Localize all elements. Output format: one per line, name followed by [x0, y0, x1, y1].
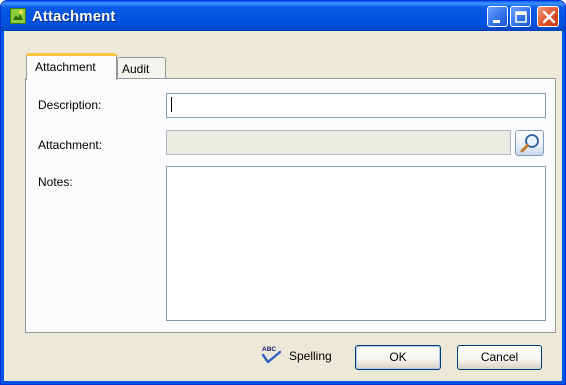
browse-button[interactable] [515, 130, 544, 156]
close-button[interactable] [537, 6, 559, 27]
title-bar[interactable]: Attachment [1, 1, 565, 31]
spell-check-icon[interactable]: ABC [259, 344, 283, 366]
attachment-label: Attachment: [38, 138, 103, 152]
tab-audit-label: Audit [122, 62, 150, 76]
cancel-button-label: Cancel [480, 350, 519, 364]
close-icon [542, 10, 556, 24]
tab-attachment-label: Attachment [35, 60, 96, 74]
cancel-button[interactable]: Cancel [457, 345, 542, 370]
minimize-button[interactable] [487, 6, 508, 27]
window-title: Attachment [32, 8, 116, 25]
tab-audit[interactable]: Audit [117, 57, 166, 79]
notes-textarea[interactable] [166, 166, 546, 321]
magnifier-icon [520, 134, 539, 153]
text-caret [171, 97, 172, 112]
maximize-icon [515, 11, 527, 23]
tab-attachment[interactable]: Attachment [26, 53, 117, 80]
minimize-icon [493, 20, 500, 23]
maximize-button[interactable] [510, 6, 531, 27]
spelling-label[interactable]: Spelling [289, 349, 332, 363]
ok-button-label: OK [389, 350, 407, 364]
description-input[interactable] [166, 93, 546, 118]
attachment-input[interactable] [166, 130, 511, 155]
svg-text:ABC: ABC [262, 346, 276, 353]
description-label: Description: [38, 98, 102, 112]
notes-label: Notes: [38, 175, 73, 189]
ok-button[interactable]: OK [355, 345, 441, 370]
app-icon [10, 8, 26, 24]
